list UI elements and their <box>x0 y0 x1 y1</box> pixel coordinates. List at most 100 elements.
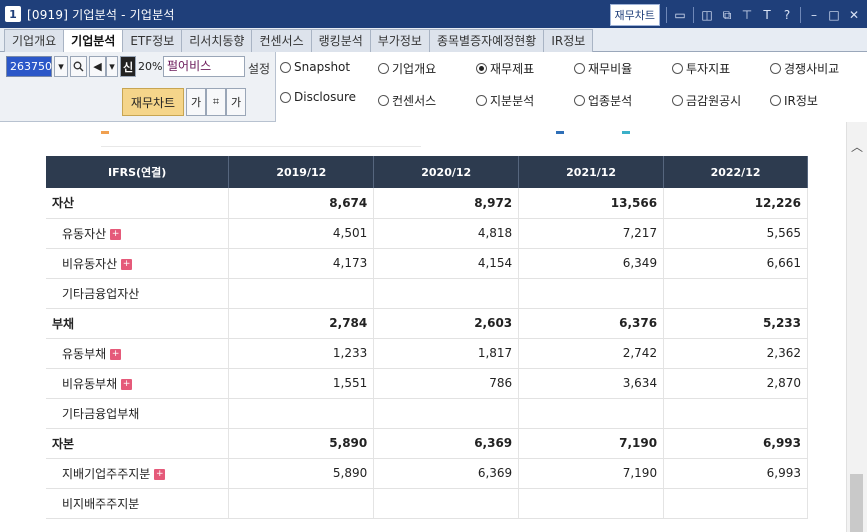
radio-label: 경쟁사비교 <box>784 62 840 76</box>
row-label: 자본 <box>52 436 75 451</box>
radio-ownership-analysis[interactable]: 지분분석 <box>476 92 534 109</box>
header-basis: IFRS(연결) <box>46 156 230 188</box>
row-label: 비유동부채 <box>62 376 118 391</box>
tab-consensus[interactable]: 컨센서스 <box>251 29 312 52</box>
radio-peer-comparison[interactable]: 경쟁사비교 <box>770 60 839 77</box>
financial-chart-toggle-button[interactable]: 재무차트 <box>122 88 184 116</box>
radio-financial-ratios[interactable]: 재무비율 <box>574 60 632 77</box>
radio-investment-indicators[interactable]: 투자지표 <box>672 60 730 77</box>
vertical-scrollbar[interactable]: ︿ <box>846 122 867 532</box>
search-icon[interactable] <box>70 56 87 77</box>
tab-ir-info[interactable]: IR정보 <box>543 29 594 52</box>
value-cell: 8,674 <box>228 188 375 219</box>
radio-consensus[interactable]: 컨센서스 <box>378 92 436 109</box>
value-cell: 4,154 <box>373 248 520 279</box>
help-icon[interactable]: ? <box>780 8 794 22</box>
value-cell: 2,742 <box>518 338 665 369</box>
tab-company-analysis[interactable]: 기업분석 <box>63 29 124 52</box>
copy-icon[interactable]: ⧉ <box>720 8 734 22</box>
restore-icon[interactable]: ◫ <box>700 8 714 22</box>
row-label: 기타금융업자산 <box>62 286 140 301</box>
value-cell <box>663 398 808 429</box>
legend-strip <box>6 122 846 144</box>
tab-capital-increase-schedule[interactable]: 종목별증자예정현황 <box>428 29 545 52</box>
value-cell: 6,993 <box>663 458 808 489</box>
font-decrease-button[interactable]: 가 <box>186 88 206 116</box>
financial-statement-table: IFRS(연결) 2019/12 2020/12 2021/12 2022/12… <box>46 156 808 519</box>
row-label: 부채 <box>52 316 75 331</box>
speaker-dropdown-icon[interactable]: ▾ <box>106 56 118 77</box>
font-icon[interactable]: T <box>760 8 774 22</box>
minimize-icon[interactable]: – <box>807 8 821 22</box>
value-cell: 6,369 <box>373 428 520 459</box>
table-row: 기타금융업부채 <box>46 398 808 429</box>
maximize-icon[interactable]: □ <box>827 8 841 22</box>
stock-code-input[interactable]: 263750 <box>6 56 52 77</box>
value-cell <box>373 398 520 429</box>
row-label-cell: 유동부채 + <box>46 338 230 369</box>
table-row: 비유동부채 +1,551 786 3,634 2,870 <box>46 368 808 399</box>
radio-disclosure[interactable]: Disclosure <box>280 90 356 104</box>
row-label: 유동부채 <box>62 346 107 361</box>
radio-dot <box>280 61 291 73</box>
setting-link[interactable]: 설정 <box>248 60 270 77</box>
expand-plus-icon[interactable]: + <box>121 378 133 390</box>
radio-industry-analysis[interactable]: 업종분석 <box>574 92 632 109</box>
fit-window-icon[interactable]: ⌗ <box>206 88 226 116</box>
scrollbar-thumb[interactable] <box>850 474 863 532</box>
radio-label: 업종분석 <box>588 94 633 108</box>
legend-item-blue <box>556 125 567 138</box>
value-cell: 5,233 <box>663 308 808 339</box>
font-increase-button[interactable]: 가 <box>226 88 246 116</box>
row-label-cell: 기타금융업자산 <box>46 278 230 309</box>
radio-dot <box>672 95 683 106</box>
financial-chart-button[interactable]: 재무차트 <box>609 4 660 26</box>
table-row: 지배기업주주지분 +5,890 6,369 7,190 6,993 <box>46 458 808 489</box>
value-cell: 12,226 <box>663 188 808 219</box>
table-row: 유동자산 +4,501 4,818 7,217 5,565 <box>46 218 808 249</box>
close-icon[interactable]: ✕ <box>847 8 861 22</box>
radio-financial-statements[interactable]: 재무제표 <box>476 60 534 77</box>
tab-company-overview[interactable]: 기업개요 <box>4 29 65 52</box>
expand-plus-icon[interactable]: + <box>121 258 133 270</box>
expand-plus-icon[interactable]: + <box>110 228 122 240</box>
chart-icon[interactable]: ▭ <box>673 8 687 22</box>
value-cell: 2,784 <box>228 308 375 339</box>
header-year[interactable]: 2022/12 <box>663 156 808 188</box>
value-cell <box>518 398 665 429</box>
radio-dot-selected <box>476 63 487 74</box>
header-year[interactable]: 2021/12 <box>518 156 665 188</box>
row-label: 비지배주주지분 <box>62 496 140 511</box>
header-year[interactable]: 2020/12 <box>373 156 520 188</box>
radio-fss-disclosure[interactable]: 금감원공시 <box>672 92 741 109</box>
expand-plus-icon[interactable]: + <box>154 468 166 480</box>
tab-additional-info[interactable]: 부가정보 <box>369 29 430 52</box>
row-label-cell: 지배기업주주지분 + <box>46 458 230 489</box>
row-label: 유동자산 <box>62 226 107 241</box>
chevron-up-icon[interactable]: ︿ <box>851 138 863 155</box>
value-cell: 5,890 <box>228 458 375 489</box>
code-dropdown-icon[interactable]: ▾ <box>54 56 68 77</box>
row-label-cell: 유동자산 + <box>46 218 230 249</box>
radio-snapshot[interactable]: Snapshot <box>280 60 350 74</box>
row-label: 지배기업주주지분 <box>62 466 151 481</box>
radio-label: 지분분석 <box>490 94 535 108</box>
row-label-cell: 비유동부채 + <box>46 368 230 399</box>
radio-ir-info[interactable]: IR정보 <box>770 92 818 109</box>
tab-etf-info[interactable]: ETF정보 <box>122 29 183 52</box>
value-cell: 8,972 <box>373 188 520 219</box>
tab-research-trends[interactable]: 리서치동향 <box>181 29 253 52</box>
table-header-row: IFRS(연결) 2019/12 2020/12 2021/12 2022/12 <box>46 156 808 188</box>
value-cell: 1,551 <box>228 368 375 399</box>
header-year[interactable]: 2019/12 <box>228 156 375 188</box>
radio-company-overview[interactable]: 기업개요 <box>378 60 436 77</box>
value-cell: 1,233 <box>228 338 375 369</box>
value-cell: 4,173 <box>228 248 375 279</box>
pin-icon[interactable]: ⊤ <box>740 8 754 22</box>
radio-label: 금감원공시 <box>686 94 742 108</box>
tab-ranking-analysis[interactable]: 랭킹분석 <box>310 29 371 52</box>
speaker-icon[interactable]: ◀ <box>89 56 106 77</box>
expand-plus-icon[interactable]: + <box>110 348 122 360</box>
value-cell <box>228 398 375 429</box>
radio-label: 기업개요 <box>392 62 437 76</box>
